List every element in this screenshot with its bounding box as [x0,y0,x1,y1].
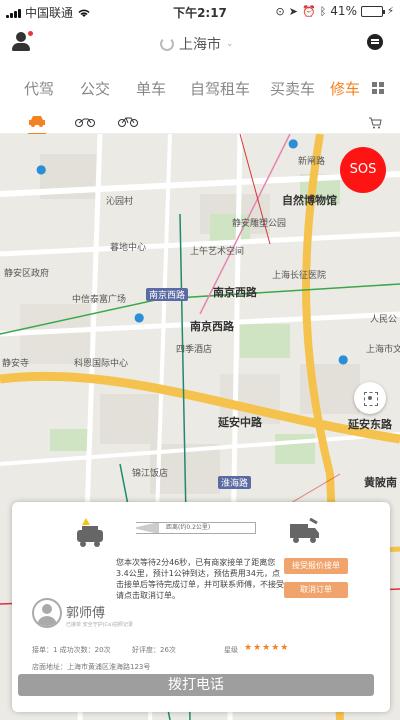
stat-rating-label: 星级 [224,646,238,654]
stat-good-reviews: 好评度：26次 [132,646,176,654]
tab-bus[interactable]: 公交 [80,78,110,99]
map-label-jingan-temple: 静安寺 [2,359,30,369]
map-pin-icon[interactable]: ● [36,162,46,176]
tab-bike[interactable]: 单车 [136,78,166,99]
cart-icon[interactable] [368,114,382,133]
app-logo-icon [160,37,174,51]
city-label: 上海市 [179,37,221,53]
driver-subtitle: 已接单 安全守护(Ca)拍照记录 [66,622,134,628]
map-label-culture: 上海市文化 [366,345,400,355]
motorcycle-icon[interactable] [75,112,95,131]
map-label-four-seasons: 四季酒店 [176,345,213,355]
map-label-xilu: 暮地中心 [110,243,147,253]
message-icon[interactable] [367,34,383,50]
tab-daijia[interactable]: 代驾 [24,78,54,99]
map-label-njxl2: 南京西路 [190,320,234,333]
map-label-yanan-mid: 延安中路 [218,416,262,429]
map-label-people: 人民公 [370,315,398,325]
status-bar: 中国联通 下午2:17 ⊙ ➤ ⏰ ᛒ 41% ⚡ [0,0,400,22]
tab-car-trade[interactable]: 买卖车 [270,78,315,99]
car-icon[interactable] [28,112,46,135]
notification-dot [28,31,33,36]
map-pin-icon[interactable]: ● [288,136,298,150]
user-profile-icon[interactable] [12,31,33,54]
order-card: 距离(约0.2公里) 您本次等待2分46秒，已有商家接单了距离您3.4公里，预计… [12,502,390,712]
chevron-down-icon: ⌄ [226,39,234,49]
battery-icon [360,5,385,17]
map-label-huangbei: 黄陂南 [364,476,397,489]
route-indicator: 距离(约0.2公里) [136,522,256,534]
stat-orders: 接单：1 成功次数：20次 [32,646,111,654]
map-label-yanan-east: 延安东路 [348,418,392,431]
driver-avatar [32,598,62,628]
map-pin-icon[interactable]: ● [338,352,348,366]
repair-truck-icon [290,518,319,543]
map-label-sculpture: 静安雕塑公园 [232,219,287,229]
map-label-metro-njxl: 南京西路 [146,288,189,301]
map-label-citic: 中信泰富广场 [72,295,127,305]
vehicle-type-row [0,108,400,135]
locate-me-icon[interactable] [354,382,386,414]
tab-car-rental[interactable]: 自驾租车 [190,78,250,99]
sos-button[interactable]: SOS [340,147,386,193]
service-tabs: 代驾 公交 单车 自驾租车 买卖车 修车 [0,72,400,102]
map-label-huaihai: 淮海路 [218,476,252,489]
status-right: ⊙ ➤ ⏰ ᛒ 41% ⚡ [276,4,394,18]
map-label-xinzha: 新闸路 [298,157,326,167]
map-label-art-space: 上午艺术空间 [190,247,245,257]
battery-percent: 41% [330,4,357,18]
shop-address: 店面地址：上海市黄浦区淮海路123号 [32,663,151,671]
bicycle-icon[interactable] [118,112,138,131]
driver-name: 郭师傅 [66,606,106,621]
order-description: 您本次等待2分46秒，已有商家接单了距离您3.4公里，预计1公钟到达，预估费用3… [116,558,284,600]
tab-repair[interactable]: 修车 [330,78,360,99]
map-label-museum: 自然博物馆 [282,194,337,207]
call-phone-button[interactable]: 拨打电话 [18,674,374,696]
grid-menu-icon[interactable] [372,82,384,94]
map-pin-icon[interactable]: ● [134,310,144,324]
map-label-xikang: 沁园村 [106,197,134,207]
cancel-order-button[interactable]: 取消订单 [284,582,348,598]
lock-rotation-icon: ⊙ [275,4,285,18]
map-label-jinjiang: 锦江饭店 [132,469,169,479]
app-header: 上海市 ⌄ [0,22,400,66]
map-label-jingan-gov: 静安区政府 [4,269,50,279]
map-label-hospital: 上海长征医院 [272,271,327,281]
charging-icon: ⚡ [386,5,394,17]
alarm-icon: ⏰ [301,4,316,18]
location-arrow-icon: ➤ [288,4,298,18]
rating-stars: ★★★★★ [244,643,290,653]
tow-car-icon [77,518,103,547]
city-selector[interactable]: 上海市 ⌄ [160,34,234,54]
map-label-njxl1: 南京西路 [213,286,257,299]
accept-quote-button[interactable]: 接受报价接单 [284,558,348,574]
bluetooth-icon: ᛒ [319,4,327,18]
map-label-kerry: 科恩国际中心 [74,359,129,369]
